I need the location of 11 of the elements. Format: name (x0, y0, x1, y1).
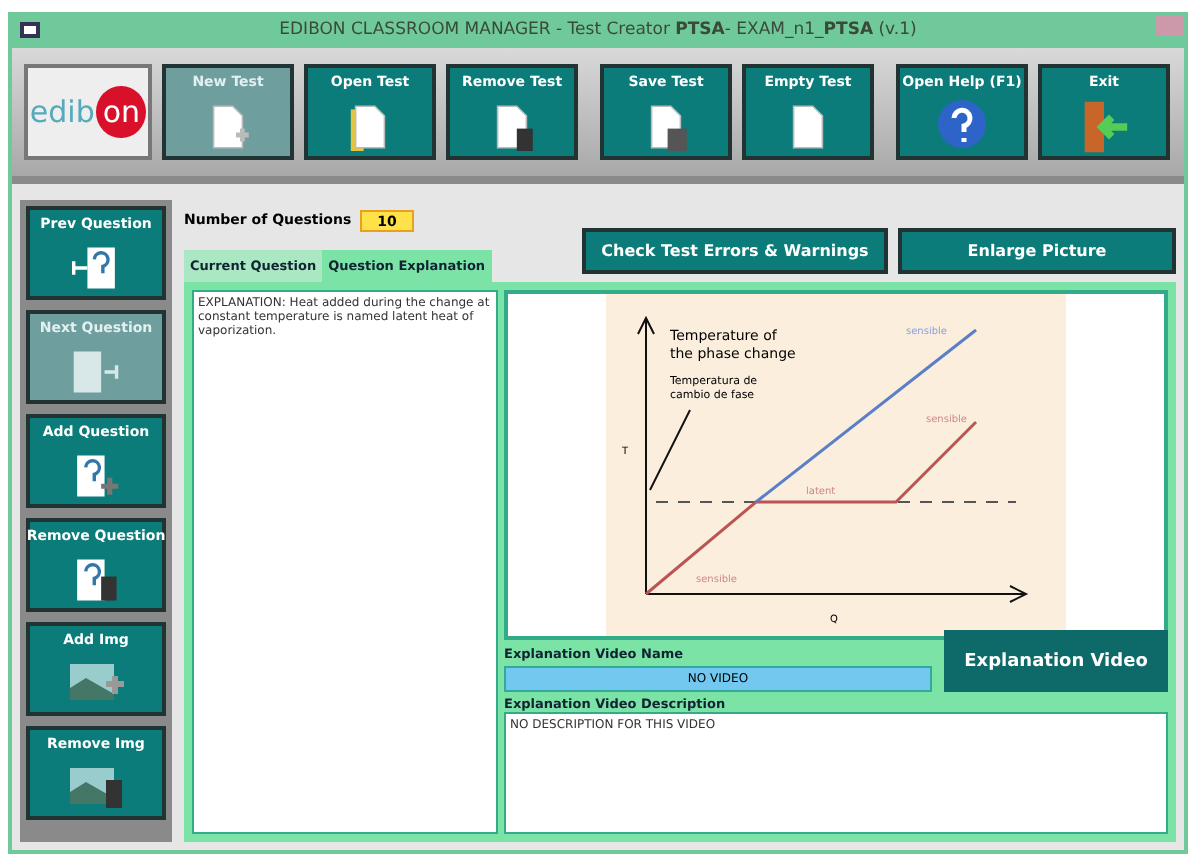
help-icon (936, 98, 988, 150)
question-arrow-icon (70, 348, 122, 396)
app-icon (20, 22, 40, 38)
window-title: EDIBON CLASSROOM MANAGER - Test Creator PTSA- EXAM_n1_PTSA (v.1) (277, 20, 919, 40)
image-plus-icon (66, 660, 126, 704)
leader-line (649, 409, 691, 491)
action-button[interactable]: Check Test Errors & Warnings (582, 228, 888, 274)
explanation-video-button[interactable]: Explanation Video (944, 630, 1168, 692)
image-trash-icon (66, 764, 126, 808)
action-button[interactable]: Enlarge Picture (898, 228, 1176, 274)
logo: edib on (24, 64, 152, 160)
